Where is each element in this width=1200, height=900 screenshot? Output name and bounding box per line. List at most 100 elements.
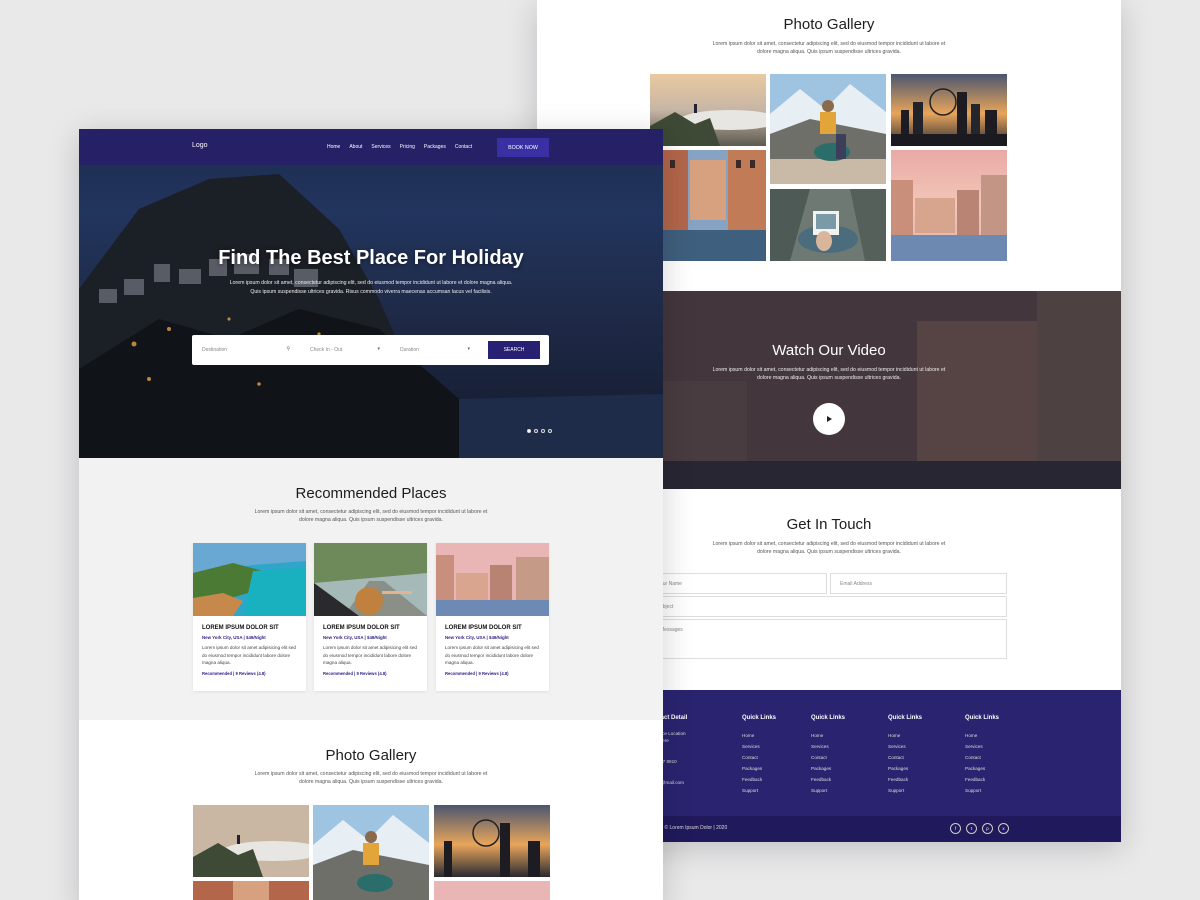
duration-placeholder: Duration [400,347,419,353]
card-title: LOREM IPSUM DOLOR SIT [202,625,279,631]
slider-dot[interactable] [541,429,545,433]
gallery-photo-polaroid-hand[interactable] [770,189,886,261]
slider-dot[interactable] [548,429,552,433]
place-card[interactable]: LOREM IPSUM DOLOR SIT New York City, USA… [193,543,306,691]
footer-links-column-2: Quick Links Home Services Contact Packag… [811,715,845,796]
destination-field[interactable]: Destination ⚲ [202,344,290,356]
slider-dot[interactable] [534,429,538,433]
footer-link-feedback[interactable]: Feedback [742,774,776,785]
gallery-photo-venice-canal[interactable] [193,881,309,900]
card-description: Lorem ipsum dolor sit amet adipisicing e… [323,645,417,665]
footer-column-heading: Quick Links [965,715,1000,721]
card-meta: New York City, USA | $49/Night [445,635,509,640]
recommended-description: Lorem ipsum dolor sit amet, consectetur … [254,509,488,523]
chevron-down-icon: ▾ [377,346,380,352]
location-pin-icon: ⚲ [286,346,290,352]
x-icon[interactable]: x [998,823,1009,834]
place-image-roadtrip [314,543,427,616]
footer-link-services[interactable]: Services [811,741,845,752]
footer-link-feedback[interactable]: Feedback [965,774,999,785]
footer-link-packages[interactable]: Packages [811,763,845,774]
name-input[interactable]: our Name [650,573,827,594]
twitter-icon[interactable]: t [966,823,977,834]
footer-link-packages[interactable]: Packages [888,763,922,774]
footer-link-services[interactable]: Services [742,741,776,752]
footer-link-packages[interactable]: Packages [965,763,999,774]
footer-link-support[interactable]: Support [742,785,776,796]
duration-field[interactable]: Duration ▾ [400,344,470,356]
gallery-title: Photo Gallery [325,747,417,764]
checkin-checkout-field[interactable]: Check In - Out ▾ [310,344,380,356]
destination-placeholder: Destination [202,347,228,353]
photo-gallery-grid [650,74,1007,261]
hero-title: Find The Best Place For Holiday [218,247,524,269]
nav-home[interactable]: Home [327,144,340,150]
gallery-photo-city-skyline[interactable] [434,805,550,877]
footer-link-support[interactable]: Support [965,785,999,796]
pinterest-icon[interactable]: p [982,823,993,834]
footer-link-feedback[interactable]: Feedback [811,774,845,785]
subject-input[interactable]: ubject [650,596,1007,617]
place-image-beach [193,543,306,616]
play-button[interactable] [813,403,845,435]
play-icon [827,416,832,422]
footer-column-heading: Quick Links [742,715,777,721]
facebook-icon[interactable]: f [950,823,961,834]
card-meta: New York City, USA | $49/Night [202,635,266,640]
video-description: Lorem ipsum dolor sit amet, consectetur … [712,367,946,381]
checkin-placeholder: Check In - Out [310,347,343,353]
gallery-photo-venice-sunset[interactable] [434,881,550,900]
place-card[interactable]: LOREM IPSUM DOLOR SIT New York City, USA… [436,543,549,691]
nav-services[interactable]: Services [371,144,390,150]
footer-link-home[interactable]: Home [742,730,776,741]
place-image-venice [436,543,549,616]
message-textarea[interactable]: Messages [650,619,1007,659]
footer-link-feedback[interactable]: Feedback [888,774,922,785]
gallery-photo-traveler-mountains[interactable] [770,74,886,184]
card-reviews[interactable]: Recommended | 9 Reviews (4.8) [202,671,306,676]
nav-about[interactable]: About [349,144,362,150]
footer-link-contact[interactable]: Contact [811,752,845,763]
nav-packages[interactable]: Packages [424,144,446,150]
search-bar: Destination ⚲ Check In - Out ▾ Duration … [192,335,549,365]
gallery-photo-hiker-clouds[interactable] [193,805,309,877]
footer-link-support[interactable]: Support [888,785,922,796]
book-now-button[interactable]: BOOK NOW [497,138,549,157]
gallery-description: Lorem ipsum dolor sit amet, consectetur … [254,771,488,785]
logo[interactable]: Logo [192,142,208,149]
slider-dots [527,429,552,433]
footer-link-services[interactable]: Services [965,741,999,752]
top-navbar: Logo Home About Services Pricing Package… [79,129,663,165]
footer-link-support[interactable]: Support [811,785,845,796]
gallery-photo-city-skyline[interactable] [891,74,1007,146]
gallery-photo-traveler-mountains[interactable] [313,805,429,900]
footer-link-home[interactable]: Home [888,730,922,741]
footer-link-contact[interactable]: Contact [888,752,922,763]
card-description: Lorem ipsum dolor sit amet adipisicing e… [445,645,539,665]
search-button[interactable]: SEARCH [488,341,540,359]
footer-column-heading: Quick Links [811,715,846,721]
footer-link-contact[interactable]: Contact [742,752,776,763]
hero-section: Logo Home About Services Pricing Package… [79,129,663,459]
card-reviews[interactable]: Recommended | 9 Reviews (4.8) [445,671,549,676]
chevron-down-icon: ▾ [467,346,470,352]
gallery-photo-venice-canal[interactable] [650,150,766,261]
place-card[interactable]: LOREM IPSUM DOLOR SIT New York City, USA… [314,543,427,691]
card-reviews[interactable]: Recommended | 9 Reviews (4.8) [323,671,427,676]
nav-contact[interactable]: Contact [455,144,472,150]
front-page-mockup: Logo Home About Services Pricing Package… [79,129,663,900]
footer-link-packages[interactable]: Packages [742,763,776,774]
footer-link-home[interactable]: Home [811,730,845,741]
footer-link-services[interactable]: Services [888,741,922,752]
card-title: LOREM IPSUM DOLOR SIT [323,625,400,631]
nav-pricing[interactable]: Pricing [400,144,415,150]
footer-link-home[interactable]: Home [965,730,999,741]
slider-dot[interactable] [527,429,531,433]
gallery-photo-hiker-clouds[interactable] [650,74,766,146]
gallery-photo-venice-sunset[interactable] [891,150,1007,261]
card-title: LOREM IPSUM DOLOR SIT [445,625,522,631]
hero-description: Lorem ipsum dolor sit amet, consectetur … [229,280,513,295]
recommended-title: Recommended Places [295,485,447,502]
footer-link-contact[interactable]: Contact [965,752,999,763]
email-input[interactable]: Email Address [830,573,1007,594]
